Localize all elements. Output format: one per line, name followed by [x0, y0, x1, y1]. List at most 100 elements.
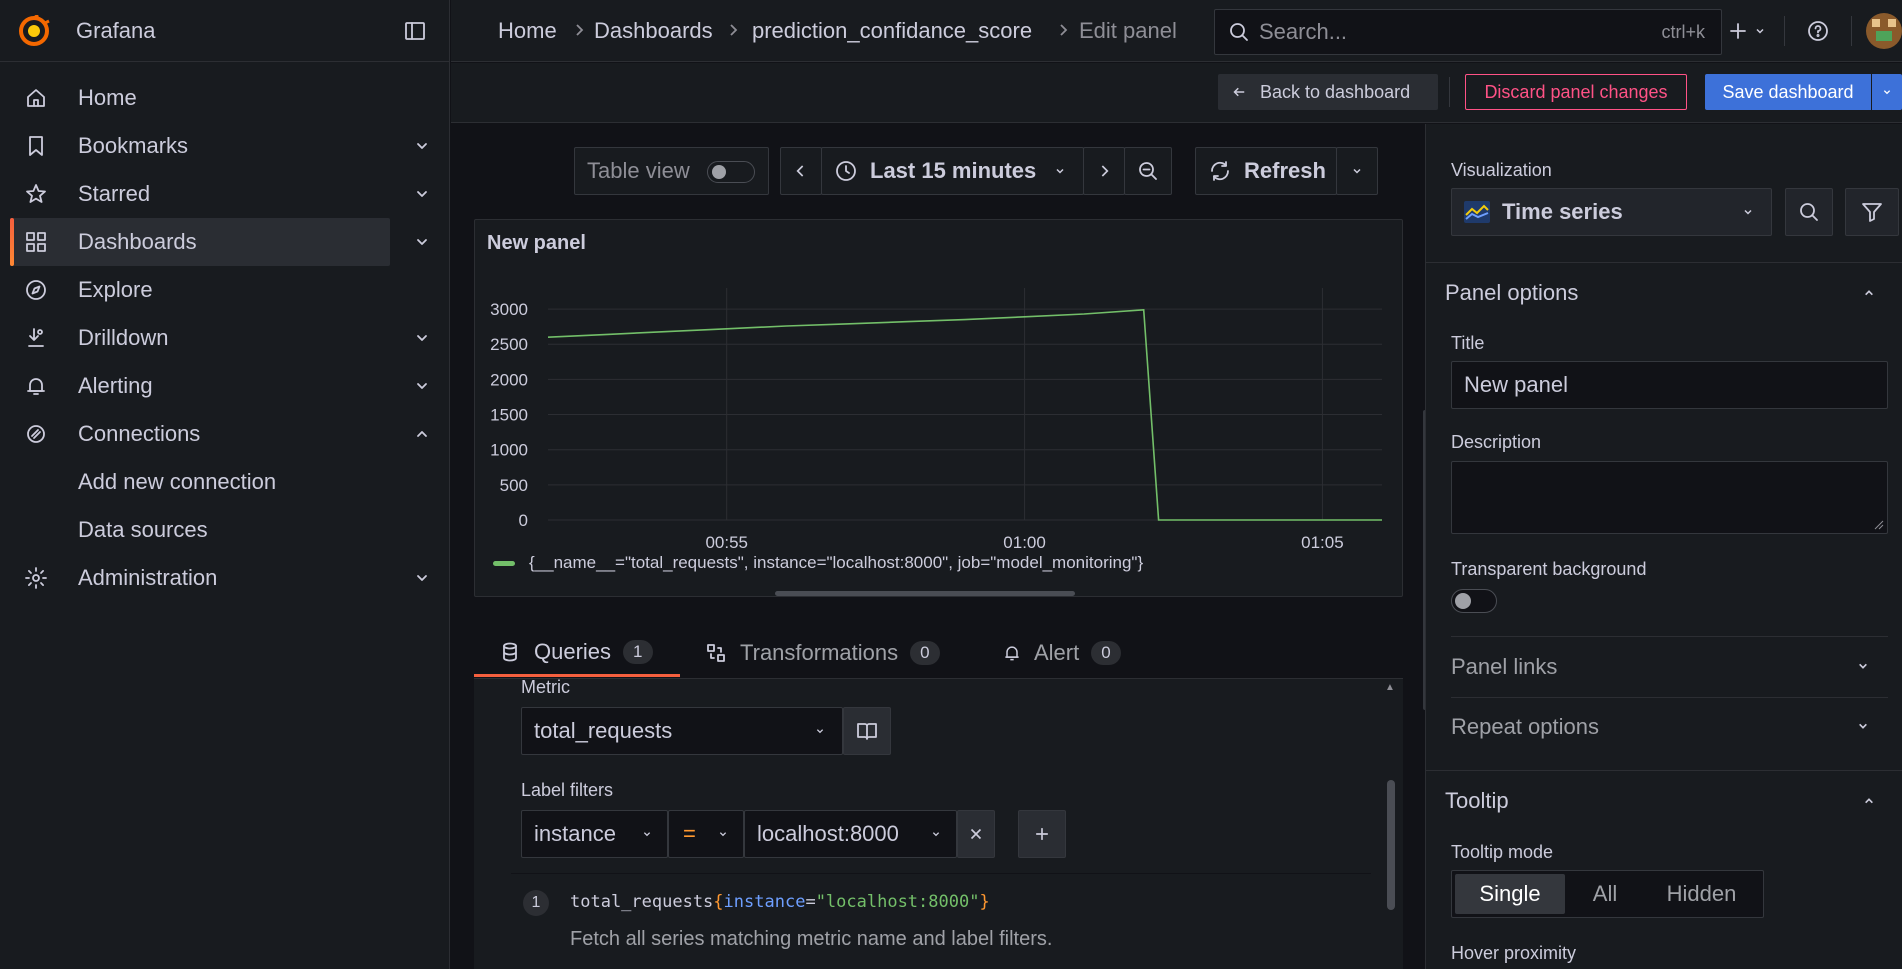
dock-menu-icon[interactable] — [403, 19, 427, 43]
x-tick-label: 01:00 — [1003, 533, 1046, 550]
metrics-explorer-button[interactable] — [843, 707, 891, 755]
query-hint: Fetch all series matching metric name an… — [570, 928, 1053, 950]
refresh-button[interactable]: Refresh — [1195, 147, 1337, 195]
back-to-dashboard-button[interactable]: Back to dashboard — [1218, 74, 1438, 110]
save-dashboard-button[interactable]: Save dashboard — [1705, 74, 1871, 110]
search-shortcut: ctrl+k — [1661, 21, 1705, 42]
chevron-down-icon[interactable] — [410, 566, 434, 590]
code-eq: = — [805, 892, 816, 912]
add-new-icon[interactable] — [1726, 19, 1750, 43]
sidebar-item-starred[interactable]: Starred — [0, 170, 450, 218]
label-key-select[interactable]: instance — [521, 810, 668, 858]
sidebar-item-alerting[interactable]: Alerting — [0, 362, 450, 410]
tooltip-mode-all[interactable]: All — [1570, 874, 1640, 914]
bookmark-icon — [24, 134, 48, 158]
chevron-down-icon[interactable] — [410, 374, 434, 398]
sidebar-item-bookmarks[interactable]: Bookmarks — [0, 122, 450, 170]
panel-resize-handle[interactable] — [775, 591, 1075, 596]
close-icon — [967, 825, 985, 843]
sidebar-item-label: Starred — [78, 181, 151, 206]
chart-legend[interactable]: {__name__="total_requests", instance="lo… — [493, 553, 1143, 573]
time-range-picker[interactable]: Last 15 minutes — [821, 147, 1084, 195]
breadcrumb-home[interactable]: Home — [498, 18, 557, 44]
promql-code[interactable]: total_requests{instance="localhost:8000"… — [570, 892, 990, 912]
sidebar-item-administration[interactable]: Administration — [0, 554, 450, 602]
sidebar-subitem-data-sources[interactable]: Data sources — [0, 506, 450, 554]
sidebar-subitem-add-new-connection[interactable]: Add new connection — [0, 458, 450, 506]
remove-filter-button[interactable] — [957, 810, 995, 858]
sidebar-item-label: Drilldown — [78, 325, 169, 350]
transparent-background-toggle[interactable] — [1451, 589, 1497, 613]
chevron-down-icon[interactable] — [410, 230, 434, 254]
connections-icon — [24, 422, 48, 446]
breadcrumb-dashboard-name[interactable]: prediction_confidance_score — [752, 18, 1032, 44]
refresh-icon — [1208, 159, 1232, 183]
sidebar-item-home[interactable]: Home — [0, 74, 450, 122]
tooltip-mode-single[interactable]: Single — [1455, 874, 1565, 914]
tab-queries[interactable]: Queries 1 — [474, 629, 680, 677]
breadcrumb-dashboards[interactable]: Dashboards — [594, 18, 713, 44]
resize-grip-icon[interactable] — [1874, 520, 1884, 530]
filter-options-button[interactable] — [1845, 188, 1899, 236]
panel-title-value: New panel — [1464, 372, 1568, 397]
label-operator-value: = — [683, 821, 696, 846]
chevron-down-icon[interactable] — [410, 326, 434, 350]
search-input[interactable]: Search... ctrl+k — [1214, 9, 1722, 55]
sidebar-item-connections[interactable]: Connections — [0, 410, 450, 458]
time-back-button[interactable] — [780, 147, 822, 195]
search-icon — [1797, 200, 1821, 224]
tab-alert[interactable]: Alert 0 — [1002, 629, 1121, 677]
sidebar-item-explore[interactable]: Explore — [0, 266, 450, 314]
chevron-down-icon[interactable] — [410, 182, 434, 206]
table-view-switch[interactable] — [707, 161, 755, 183]
label-key-value: instance — [534, 821, 616, 846]
top-bar: Home Dashboards prediction_confidance_sc… — [451, 0, 1902, 62]
time-forward-button[interactable] — [1083, 147, 1125, 195]
panel-title-input[interactable]: New panel — [1451, 361, 1888, 409]
save-options-button[interactable] — [1872, 74, 1902, 110]
app-name: Grafana — [76, 17, 156, 43]
chevron-down-icon[interactable] — [410, 134, 434, 158]
chevron-up-icon — [1859, 283, 1879, 303]
book-icon — [855, 719, 879, 743]
code-value: "localhost:8000" — [815, 892, 980, 912]
y-tick-label: 1000 — [490, 441, 528, 460]
code-brace: } — [979, 892, 990, 912]
repeat-options-section-header[interactable]: Repeat options — [1451, 699, 1888, 757]
label-operator-select[interactable]: = — [668, 810, 744, 858]
zoom-out-button[interactable] — [1124, 147, 1172, 195]
discard-panel-changes-button[interactable]: Discard panel changes — [1465, 74, 1687, 110]
add-filter-button[interactable] — [1018, 810, 1066, 858]
sidebar-item-dashboards[interactable]: Dashboards — [0, 218, 450, 266]
sidebar-item-label: Connections — [78, 421, 201, 446]
scroll-up-icon[interactable]: ▲ — [1385, 682, 1395, 693]
compass-icon — [24, 278, 48, 302]
sidebar-item-drilldown[interactable]: Drilldown — [0, 314, 450, 362]
refresh-interval-button[interactable] — [1336, 147, 1378, 195]
search-options-button[interactable] — [1785, 188, 1833, 236]
panel-options-section-header[interactable]: Panel options — [1426, 263, 1902, 323]
panel-preview[interactable]: New panel 0 500 1000 1500 2000 2500 3000 00:55 0… — [474, 219, 1403, 597]
chevron-up-icon[interactable] — [410, 422, 434, 446]
tooltip-mode-hidden[interactable]: Hidden — [1644, 874, 1759, 914]
chevron-down-icon[interactable] — [1751, 22, 1769, 40]
panel-title: New panel — [487, 232, 586, 254]
visualization-picker[interactable]: Time series — [1451, 188, 1772, 236]
description-textarea[interactable] — [1451, 461, 1888, 534]
tooltip-section-header[interactable]: Tooltip — [1426, 771, 1902, 831]
metric-select[interactable]: total_requests — [521, 707, 843, 755]
avatar[interactable] — [1866, 13, 1902, 49]
tab-transformations[interactable]: Transformations 0 — [704, 629, 940, 677]
label-value-select[interactable]: localhost:8000 — [744, 810, 957, 858]
description-label: Description — [1451, 432, 1542, 452]
y-tick-label: 2500 — [490, 335, 528, 354]
help-icon[interactable] — [1806, 19, 1830, 43]
section-title: Panel options — [1445, 280, 1579, 305]
panel-links-section-header[interactable]: Panel links — [1451, 638, 1888, 696]
search-icon — [1227, 20, 1251, 44]
grafana-logo-icon[interactable] — [18, 14, 50, 47]
time-series-chart[interactable]: 0 500 1000 1500 2000 2500 3000 00:55 01:00 01:05 — [475, 280, 1404, 550]
table-view-toggle[interactable]: Table view — [574, 147, 769, 195]
tab-label: Queries — [534, 638, 612, 664]
scrollbar-thumb[interactable] — [1387, 780, 1395, 910]
